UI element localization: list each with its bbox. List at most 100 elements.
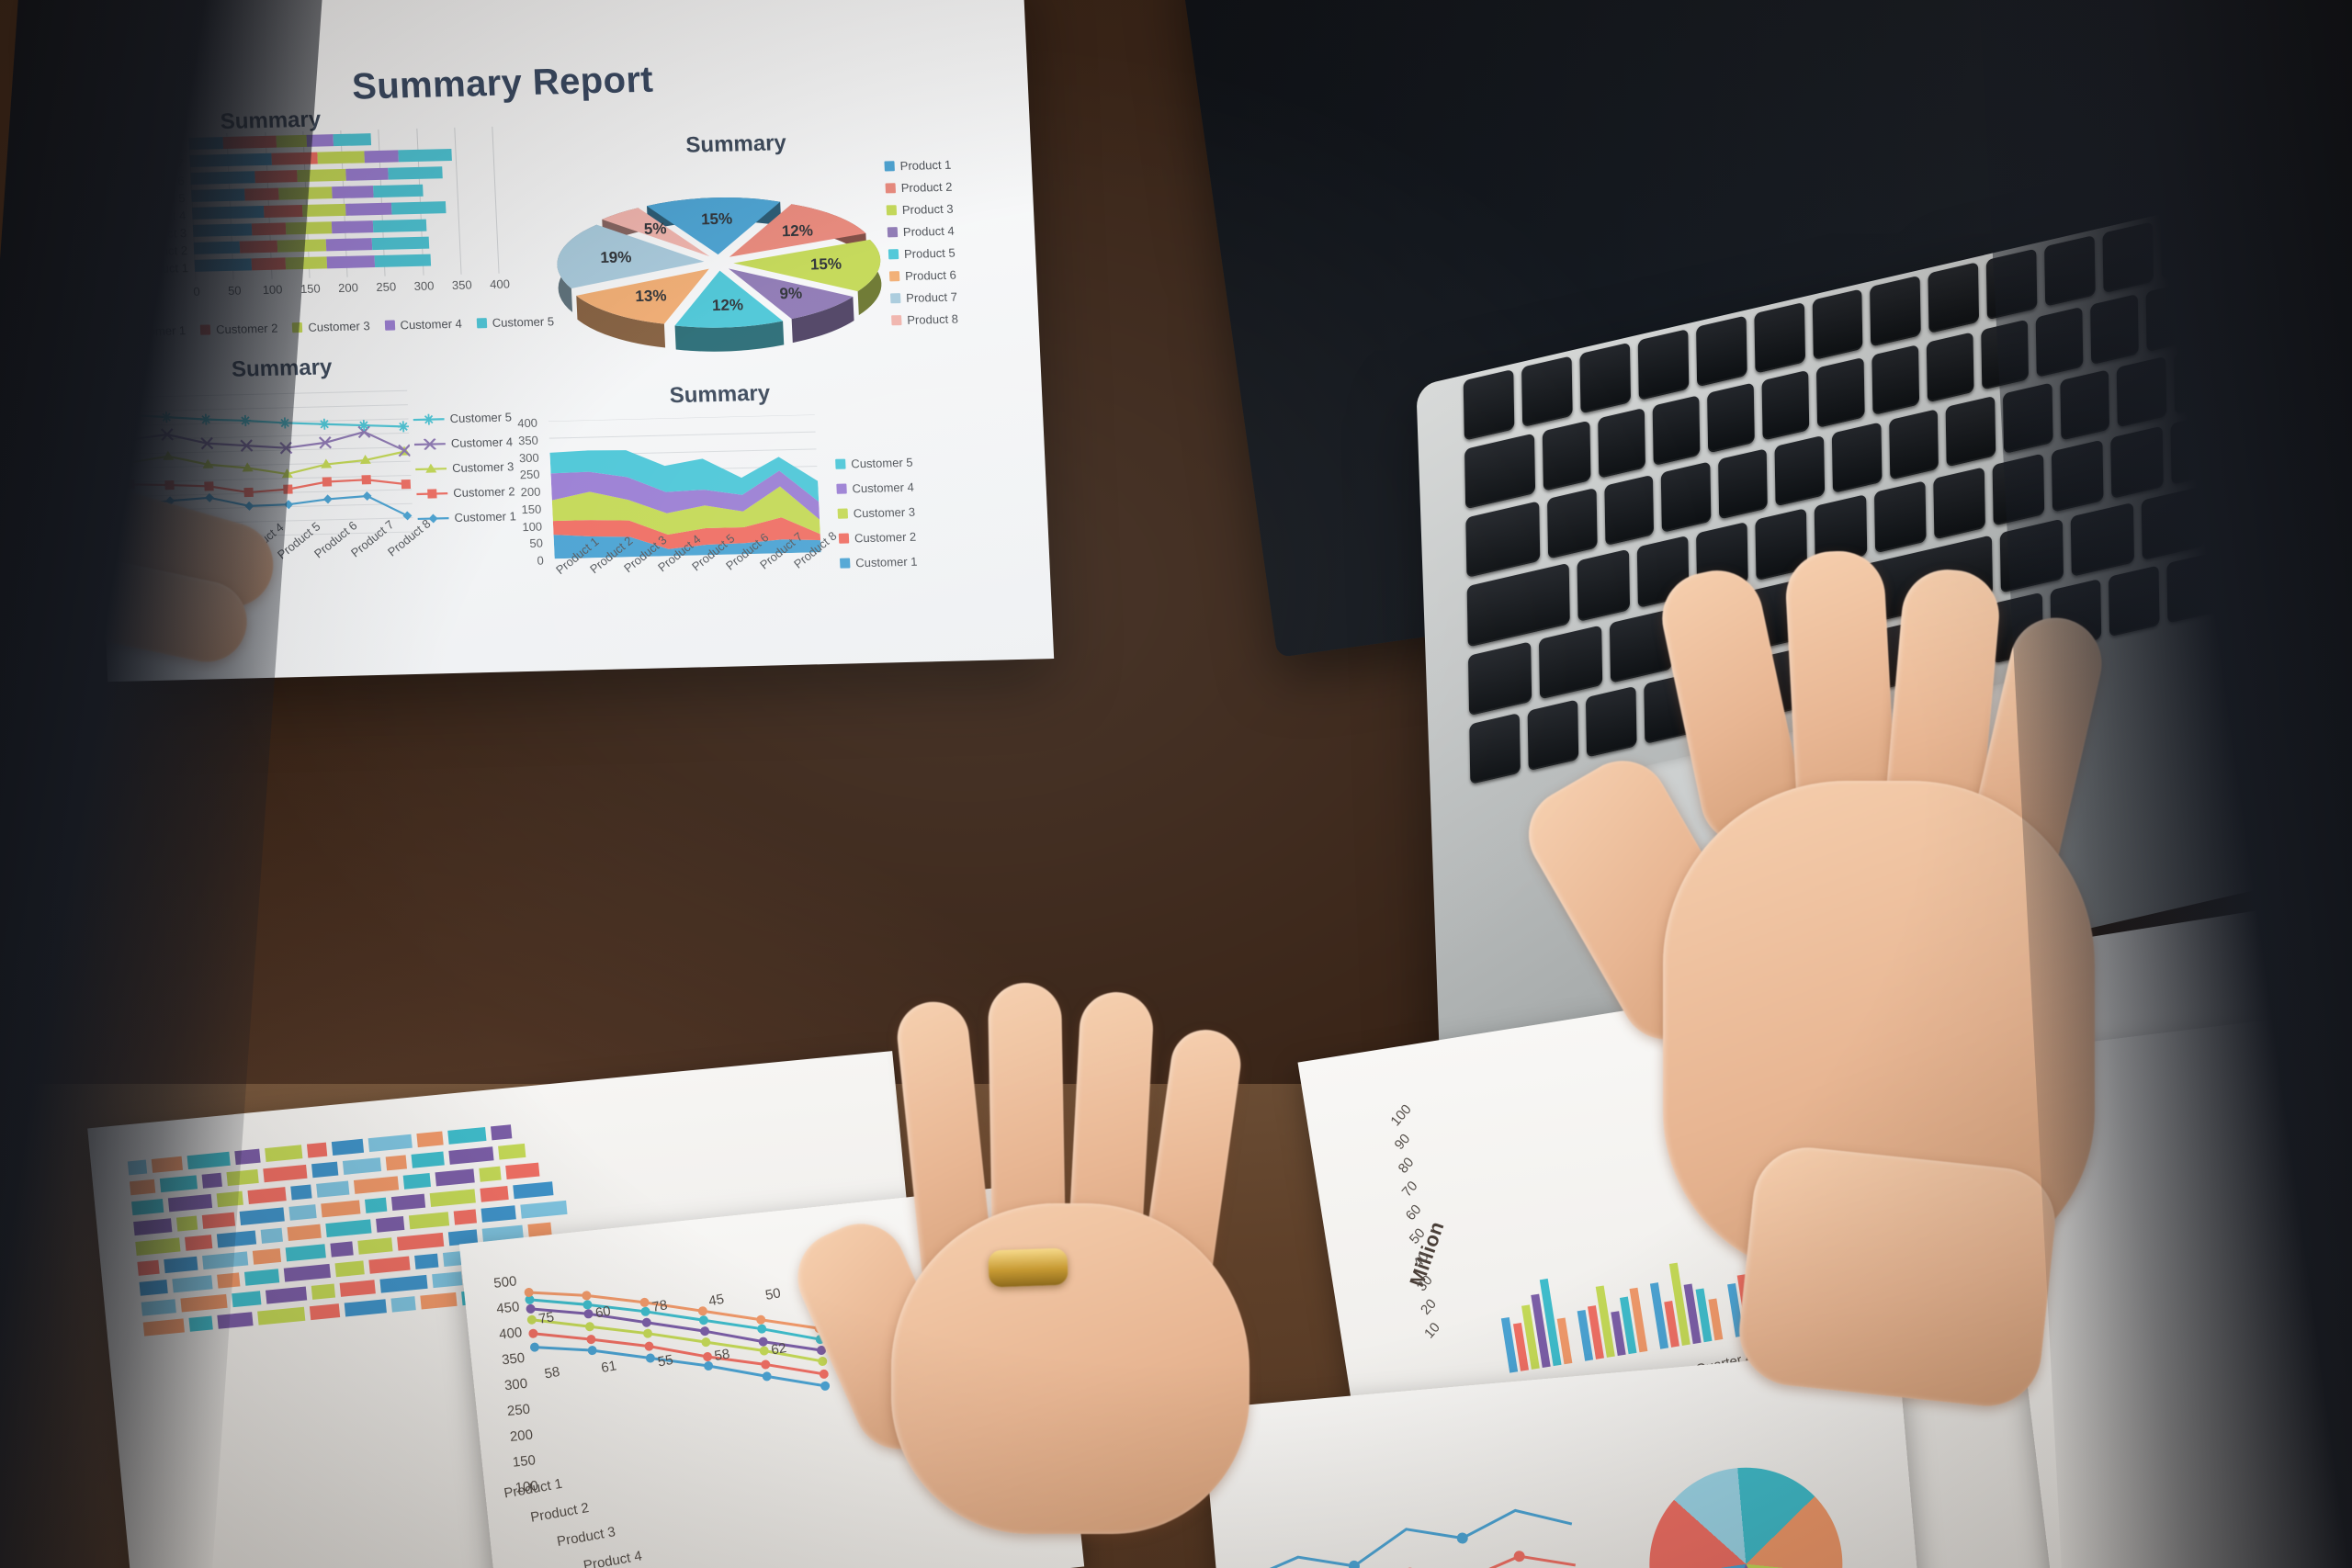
keyboard-key[interactable] xyxy=(1933,467,1985,540)
keyboard-key[interactable] xyxy=(2110,426,2164,499)
mid-chart-point xyxy=(643,1328,653,1338)
keyboard-key[interactable] xyxy=(1660,461,1712,534)
background-stripe-segment xyxy=(368,1256,411,1274)
keyboard-key[interactable] xyxy=(1870,275,1922,347)
keyboard-key[interactable] xyxy=(1637,329,1690,401)
stacked-bar-category-label: Product 3 xyxy=(135,226,187,242)
mid-chart-point xyxy=(640,1306,650,1316)
background-stripe-segment xyxy=(285,1244,326,1262)
keyboard-key[interactable] xyxy=(1928,262,1980,334)
stacked-bar-segment xyxy=(254,170,298,184)
keyboard-key[interactable] xyxy=(1579,342,1631,414)
keyboard-key[interactable] xyxy=(1812,288,1863,361)
stacked-bar-category-label: Product 2 xyxy=(136,243,188,259)
keyboard-key[interactable] xyxy=(1761,369,1810,442)
stacked-bar-xtick: 400 xyxy=(489,276,511,291)
background-stripe-segment xyxy=(172,1275,213,1293)
keyboard-key[interactable] xyxy=(1464,433,1536,510)
keyboard-key[interactable] xyxy=(1926,332,1974,403)
background-stripe-segment xyxy=(226,1168,259,1187)
keyboard-key[interactable] xyxy=(1465,501,1541,579)
stacked-bar-segment xyxy=(331,186,374,199)
background-stripe-segment xyxy=(429,1189,476,1208)
keyboard-key[interactable] xyxy=(1469,712,1521,784)
keyboard-key[interactable] xyxy=(1816,357,1865,429)
keyboard-key[interactable] xyxy=(1695,315,1747,388)
background-stripe-segment xyxy=(379,1274,428,1293)
area-chart-ytick: 250 xyxy=(519,467,540,482)
background-stripe-segment xyxy=(257,1306,306,1325)
pie-legend-item: Product 1 xyxy=(884,158,952,174)
stacked-bar-xtick: 150 xyxy=(300,281,322,297)
background-stripe-segment xyxy=(325,1219,372,1238)
keyboard-key[interactable] xyxy=(2090,294,2139,366)
keyboard-key[interactable] xyxy=(2160,208,2212,280)
keyboard-key[interactable] xyxy=(1873,480,1927,554)
stacked-bar-category-label: Product 5 xyxy=(133,191,186,207)
keyboard-key[interactable] xyxy=(2102,221,2154,294)
background-stripe-segment xyxy=(131,1198,164,1216)
keyboard-key[interactable] xyxy=(2070,502,2134,577)
keyboard-key[interactable] xyxy=(2116,356,2167,429)
keyboard-key[interactable] xyxy=(1981,319,2030,391)
keyboard-key[interactable] xyxy=(1546,488,1598,560)
quarter-ytick: 10 xyxy=(1421,1319,1443,1342)
legend-swatch xyxy=(107,326,119,338)
keyboard-key[interactable] xyxy=(1945,396,1996,468)
mid-chart-point xyxy=(582,1291,592,1301)
keyboard-key[interactable] xyxy=(2059,369,2110,442)
keyboard-key[interactable] xyxy=(2145,281,2194,353)
area-chart-legend-label: Customer 5 xyxy=(851,455,913,471)
area-chart-legend-label: Customer 3 xyxy=(853,504,916,521)
keyboard-key[interactable] xyxy=(1831,422,1883,494)
background-stripe-segment xyxy=(247,1187,287,1204)
keyboard-key[interactable] xyxy=(1986,248,2038,321)
keyboard-key[interactable] xyxy=(2224,537,2277,611)
keyboard-key[interactable] xyxy=(1753,301,1805,375)
pie-legend-label: Product 6 xyxy=(904,267,957,283)
pie-slice-value-label: 12% xyxy=(711,296,744,315)
keyboard-key[interactable] xyxy=(1706,382,1755,454)
keyboard-key[interactable] xyxy=(2044,234,2096,307)
keyboard-key[interactable] xyxy=(2173,332,2273,415)
keyboard-key[interactable] xyxy=(1717,448,1769,521)
stacked-bar-segment xyxy=(191,188,245,202)
keyboard-key[interactable] xyxy=(1888,409,1939,481)
keyboard-key[interactable] xyxy=(1871,344,1919,416)
area-chart-ytick: 350 xyxy=(517,433,539,447)
keyboard-key[interactable] xyxy=(1603,474,1655,547)
stacked-bar-segment xyxy=(239,240,278,254)
keyboard-key[interactable] xyxy=(2141,485,2205,561)
background-stripe-segment xyxy=(311,1161,339,1179)
background-stripe-segment xyxy=(397,1232,445,1251)
background-stripe-segment xyxy=(151,1156,184,1173)
keyboard-key[interactable] xyxy=(1543,420,1591,492)
keyboard-key[interactable] xyxy=(2219,195,2270,267)
keyboard-key[interactable] xyxy=(2052,440,2104,513)
keyboard-key[interactable] xyxy=(1463,368,1515,442)
legend-marker xyxy=(413,413,445,425)
keyboard-key[interactable] xyxy=(2199,263,2272,340)
keyboard-key[interactable] xyxy=(1992,453,2045,526)
photo-scene: AntarcticaAustraliaAfricaSouth AmericaNo… xyxy=(0,0,2352,1568)
pie-slice-value-label: 15% xyxy=(809,254,842,274)
mid-chart-point-label: 62 xyxy=(770,1340,787,1359)
mid-chart-point-label: 75 xyxy=(537,1309,555,1327)
keyboard-key[interactable] xyxy=(2211,469,2275,545)
area-chart-title: Summary xyxy=(669,380,771,409)
stacked-bar-category-label: Product 8 xyxy=(130,139,184,154)
keyboard-key[interactable] xyxy=(1597,408,1645,479)
mid-chart-point xyxy=(639,1297,650,1307)
keyboard-key[interactable] xyxy=(1652,395,1701,467)
stacked-bar-xtick: 350 xyxy=(451,277,473,292)
keyboard-key[interactable] xyxy=(1774,435,1826,507)
background-stripe-segment xyxy=(368,1134,413,1153)
keyboard-key[interactable] xyxy=(2002,382,2053,455)
pie-legend-label: Product 2 xyxy=(900,179,953,196)
background-stripe-segment xyxy=(187,1151,231,1170)
stacked-bar-xtick: 200 xyxy=(337,280,359,296)
stacked-bar-legend: Customer 1 Customer 2 Customer 3 Customer 4… xyxy=(107,314,555,339)
keyboard-key[interactable] xyxy=(2035,306,2084,378)
keyboard-key[interactable] xyxy=(1521,355,1573,428)
mid-chart-point-label: 60 xyxy=(594,1303,612,1322)
